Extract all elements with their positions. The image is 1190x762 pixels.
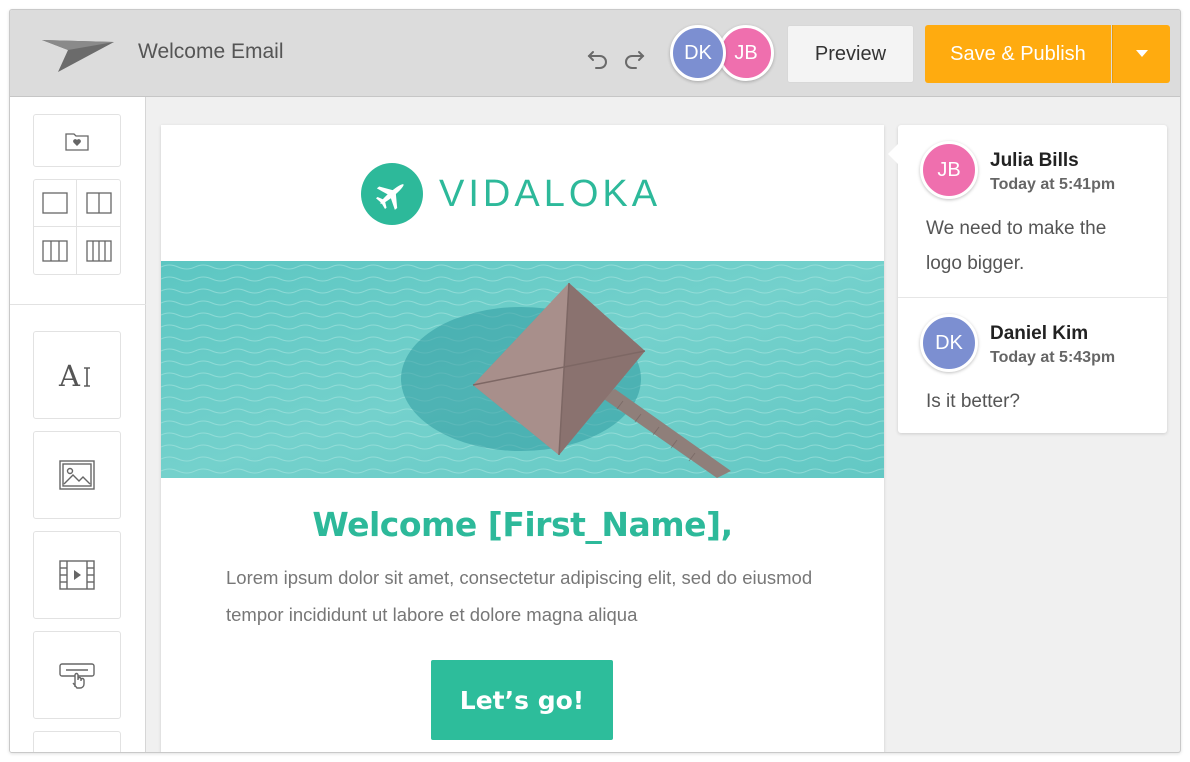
saved-templates-button[interactable] <box>33 114 121 167</box>
video-block-icon <box>59 560 95 590</box>
redo-icon[interactable] <box>620 44 648 72</box>
two-column-layout[interactable] <box>77 180 120 227</box>
one-column-layout-icon <box>42 192 68 214</box>
button-block-tool[interactable] <box>33 631 121 719</box>
svg-text:A: A <box>58 360 81 390</box>
text-block-tool[interactable]: A <box>33 331 121 419</box>
three-column-layout[interactable] <box>34 227 77 274</box>
document-title: Welcome Email <box>138 40 284 63</box>
avatar-initials: DK <box>935 331 963 354</box>
button-block-icon <box>59 663 95 689</box>
image-block-tool[interactable] <box>33 431 121 519</box>
comment-timestamp: Today at 5:41pm <box>990 176 1116 193</box>
sidebar-divider <box>10 304 146 305</box>
publish-options-button[interactable] <box>1112 25 1170 83</box>
one-column-layout[interactable] <box>34 180 77 227</box>
more-blocks-tool[interactable] <box>33 731 121 752</box>
brand-name: VIDALOKA <box>439 172 662 215</box>
comments-panel: JB Julia Bills Today at 5:41pm We need t… <box>888 125 1167 433</box>
three-column-layout-icon <box>42 239 68 262</box>
comment-text: Is it better? <box>926 391 1020 412</box>
commenter-avatar: JB <box>920 141 978 199</box>
email-headline[interactable]: Welcome [First_Name], <box>161 505 884 544</box>
folder-heart-icon <box>65 132 89 151</box>
comment-item[interactable]: DK Daniel Kim Today at 5:43pm Is it bett… <box>898 298 1167 433</box>
commenter-name: Daniel Kim <box>990 323 1089 344</box>
preview-button[interactable]: Preview <box>787 25 914 83</box>
comment-text: We need to make the logo bigger. <box>926 218 1107 274</box>
layout-picker <box>33 179 121 275</box>
content-blocks-sidebar: A <box>10 97 146 752</box>
four-column-layout[interactable] <box>77 227 120 274</box>
four-column-layout-icon <box>85 239 112 262</box>
hero-image[interactable] <box>161 261 884 478</box>
video-block-tool[interactable] <box>33 531 121 619</box>
collaborator-avatar-dk[interactable]: DK <box>670 25 726 81</box>
editor-window: Welcome Email DK JB Preview Save & Publi… <box>9 9 1181 753</box>
commenter-avatar: DK <box>920 314 978 372</box>
caret-down-icon <box>1135 50 1148 57</box>
paper-plane-logo-icon <box>40 30 116 79</box>
email-body-text[interactable]: Lorem ipsum dolor sit amet, consectetur … <box>226 559 826 633</box>
airplane-icon <box>361 163 423 225</box>
image-block-icon <box>59 460 95 490</box>
avatar-initials: JB <box>937 158 961 181</box>
text-block-icon: A <box>58 360 90 390</box>
collaborator-avatar-jb[interactable]: JB <box>718 25 774 81</box>
avatar-initials: JB <box>734 41 758 64</box>
email-cta-button[interactable]: Let’s go! <box>431 660 613 740</box>
avatar-initials: DK <box>684 41 712 64</box>
top-bar: Welcome Email DK JB Preview Save & Publi… <box>10 10 1180 97</box>
email-canvas: VIDALOKA Welcome [First_Name], Lorem ips… <box>161 125 884 752</box>
comment-item[interactable]: JB Julia Bills Today at 5:41pm We need t… <box>898 125 1167 298</box>
email-brand-logo[interactable]: VIDALOKA <box>361 163 661 225</box>
undo-icon[interactable] <box>584 44 612 72</box>
two-column-layout-icon <box>85 192 112 214</box>
comment-timestamp: Today at 5:43pm <box>990 349 1116 366</box>
save-publish-button[interactable]: Save & Publish <box>925 25 1111 83</box>
commenter-name: Julia Bills <box>990 150 1079 171</box>
